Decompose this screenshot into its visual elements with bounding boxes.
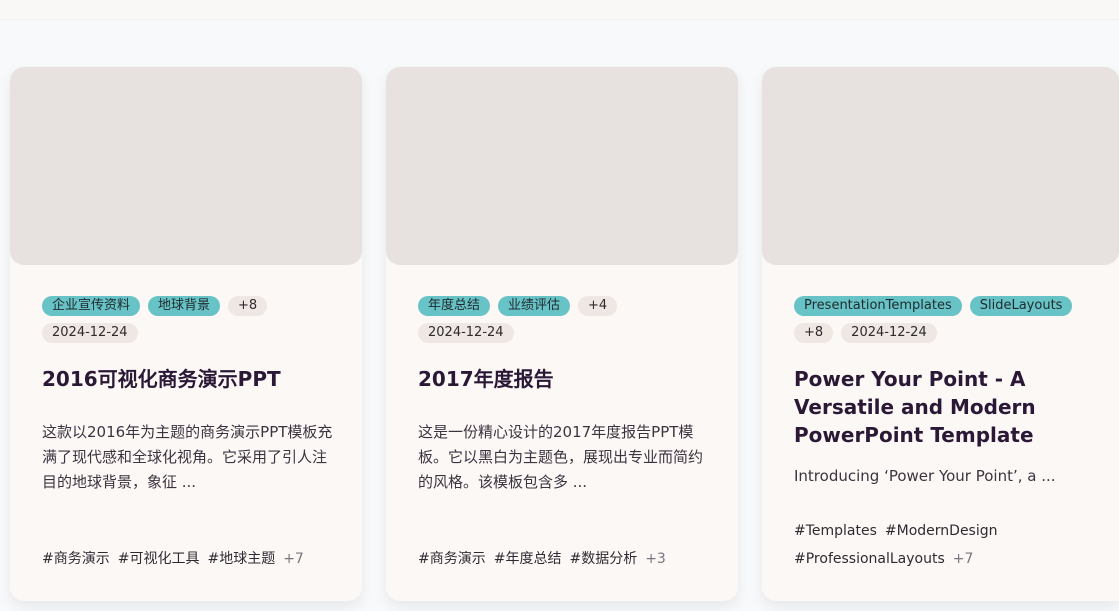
hashtag-list: #Templates #ModernDesign #ProfessionalLa…: [794, 517, 1093, 573]
template-card[interactable]: 企业宣传资料 地球背景 +8 2024-12-24 2016可视化商务演示PPT…: [10, 67, 362, 601]
template-card[interactable]: PresentationTemplates SlideLayouts +8 20…: [762, 67, 1119, 601]
tag-list: 企业宣传资料 地球背景 +8 2024-12-24: [42, 296, 336, 343]
card-description: 这是一份精心设计的2017年度报告PPT模板。它以黑白为主题色，展现出专业而简约…: [418, 423, 704, 491]
hashtag[interactable]: #商务演示: [42, 545, 110, 573]
card-title[interactable]: 2016可视化商务演示PPT: [42, 365, 336, 393]
card-description: Introducing ‘Power Your Point’, a ...: [794, 467, 1056, 485]
hashtag[interactable]: #ProfessionalLayouts: [794, 545, 945, 573]
hashtag[interactable]: #年度总结: [494, 545, 562, 573]
card-thumbnail[interactable]: [10, 67, 362, 265]
card-title[interactable]: 2017年度报告: [418, 365, 712, 393]
more-tags-badge[interactable]: +8: [794, 323, 834, 343]
hashtag[interactable]: #地球主题: [207, 545, 275, 573]
tag[interactable]: 地球背景: [148, 296, 221, 316]
hashtag[interactable]: #Templates: [794, 517, 877, 545]
more-hashtags[interactable]: +7: [283, 545, 304, 573]
hashtag[interactable]: #可视化工具: [118, 545, 200, 573]
tag[interactable]: 业绩评估: [498, 296, 571, 316]
date-badge: 2024-12-24: [841, 323, 937, 343]
tag[interactable]: 企业宣传资料: [42, 296, 141, 316]
hashtag[interactable]: #商务演示: [418, 545, 486, 573]
more-tags-badge[interactable]: +8: [228, 296, 268, 316]
top-bar: [0, 0, 1119, 20]
template-card[interactable]: 年度总结 业绩评估 +4 2024-12-24 2017年度报告 这是一份精心设…: [386, 67, 738, 601]
tag-list: 年度总结 业绩评估 +4 2024-12-24: [418, 296, 712, 343]
card-title[interactable]: Power Your Point - A Versatile and Moder…: [794, 365, 1093, 449]
card-description: 这款以2016年为主题的商务演示PPT模板充满了现代感和全球化视角。它采用了引人…: [42, 423, 333, 491]
more-tags-badge[interactable]: +4: [578, 296, 618, 316]
hashtag[interactable]: #ModernDesign: [885, 517, 998, 545]
date-badge: 2024-12-24: [418, 323, 514, 343]
tag[interactable]: SlideLayouts: [969, 296, 1073, 316]
tag-list: PresentationTemplates SlideLayouts +8 20…: [794, 296, 1093, 343]
card-thumbnail[interactable]: [762, 67, 1119, 265]
hashtag-list: #商务演示 #可视化工具 #地球主题 +7: [42, 545, 336, 573]
more-hashtags[interactable]: +7: [953, 545, 974, 573]
tag[interactable]: 年度总结: [418, 296, 491, 316]
more-hashtags[interactable]: +3: [645, 545, 666, 573]
hashtag[interactable]: #数据分析: [569, 545, 637, 573]
tag[interactable]: PresentationTemplates: [794, 296, 962, 316]
card-thumbnail[interactable]: [386, 67, 738, 265]
hashtag-list: #商务演示 #年度总结 #数据分析 +3: [418, 545, 712, 573]
date-badge: 2024-12-24: [42, 323, 138, 343]
